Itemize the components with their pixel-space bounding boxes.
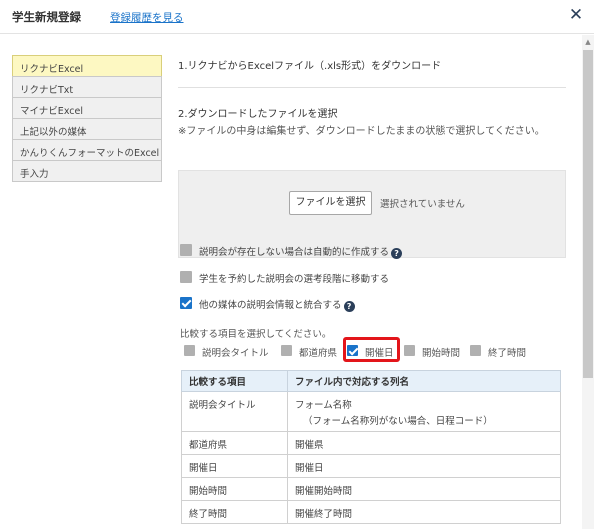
close-icon[interactable]: ✕ [565, 4, 587, 26]
table-cell: 開催開始時間 [287, 477, 561, 501]
table-cell: 開催日 [287, 454, 561, 478]
compare-label: 都道府県 [299, 348, 338, 359]
option-label: 説明会が存在しない場合は自動的に作成する [199, 247, 390, 258]
option-label: 他の媒体の説明会情報と統合する [199, 300, 342, 311]
column-name: フォーム名称 [295, 400, 352, 411]
sidebar-item-rikunabi-excel[interactable]: リクナビExcel [12, 55, 162, 77]
checkbox[interactable] [470, 345, 481, 356]
table-cell: 開催県 [287, 431, 561, 455]
file-status: 選択されていません [380, 199, 465, 210]
sidebar-item-other-media[interactable]: 上記以外の媒体 [12, 118, 162, 140]
scroll-up-icon[interactable]: ▲ [582, 37, 594, 47]
compare-label: 説明会タイトル [202, 348, 269, 359]
step1-text: 1.リクナビからExcelファイル（.xls形式）をダウンロード [178, 61, 442, 72]
help-icon[interactable]: ? [343, 301, 355, 312]
table-cell: フォーム名称 （フォーム名称列がない場合、日程コード） [287, 391, 561, 432]
checkbox[interactable] [180, 271, 192, 283]
choose-file-button[interactable]: ファイルを選択 [289, 191, 372, 215]
checkbox[interactable] [180, 244, 192, 256]
sidebar-item-kanrikun-excel[interactable]: かんりくんフォーマットのExcel [12, 139, 162, 161]
step2-text: 2.ダウンロードしたファイルを選択 [178, 109, 338, 120]
compare-title: 比較する項目を選択してください。 [180, 329, 332, 340]
checkbox[interactable] [281, 345, 292, 356]
table-header: 比較する項目 [181, 370, 288, 392]
source-sidebar: リクナビExcel リクナビTxt マイナビExcel 上記以外の媒体 かんりく… [12, 55, 162, 182]
sidebar-item-rikunabi-txt[interactable]: リクナビTxt [12, 76, 162, 98]
table-row: 開始時間 開催開始時間 [181, 477, 561, 501]
table-header: ファイル内で対応する列名 [287, 370, 561, 392]
table-cell: 開始時間 [181, 477, 288, 501]
dialog-header: 学生新規登録 登録履歴を見る ✕ [0, 0, 594, 34]
scrollbar-thumb[interactable] [583, 50, 593, 378]
table-row: 終了時間 開催終了時間 [181, 500, 561, 524]
table-row: 開催日 開催日 [181, 454, 561, 478]
column-note: （フォーム名称列がない場合、日程コード） [303, 416, 493, 427]
table-cell: 説明会タイトル [181, 391, 288, 432]
dialog-title: 学生新規登録 [12, 10, 81, 24]
highlight-annotation [343, 337, 400, 362]
compare-label: 開始時間 [422, 348, 461, 359]
table-cell: 開催日 [181, 454, 288, 478]
checkbox[interactable] [404, 345, 415, 356]
mapping-table: 比較する項目 ファイル内で対応する列名 説明会タイトル フォーム名称 （フォーム… [181, 370, 561, 524]
compare-label: 終了時間 [488, 348, 527, 359]
sidebar-item-manual-input[interactable]: 手入力 [12, 160, 162, 182]
checkbox-checked[interactable] [180, 297, 192, 309]
table-cell: 都道府県 [181, 431, 288, 455]
table-cell: 終了時間 [181, 500, 288, 524]
checkbox[interactable] [184, 345, 195, 356]
table-cell: 開催終了時間 [287, 500, 561, 524]
table-row: 都道府県 開催県 [181, 431, 561, 455]
divider [178, 87, 566, 88]
history-link[interactable]: 登録履歴を見る [110, 10, 184, 25]
table-header-row: 比較する項目 ファイル内で対応する列名 [181, 370, 561, 392]
file-note: ※ファイルの中身は編集せず、ダウンロードしたままの状態で選択してください。 [178, 126, 545, 137]
sidebar-item-mynavi-excel[interactable]: マイナビExcel [12, 97, 162, 119]
option-label: 学生を予約した説明会の選考段階に移動する [199, 274, 390, 285]
table-row: 説明会タイトル フォーム名称 （フォーム名称列がない場合、日程コード） [181, 391, 561, 432]
help-icon[interactable]: ? [391, 248, 403, 259]
